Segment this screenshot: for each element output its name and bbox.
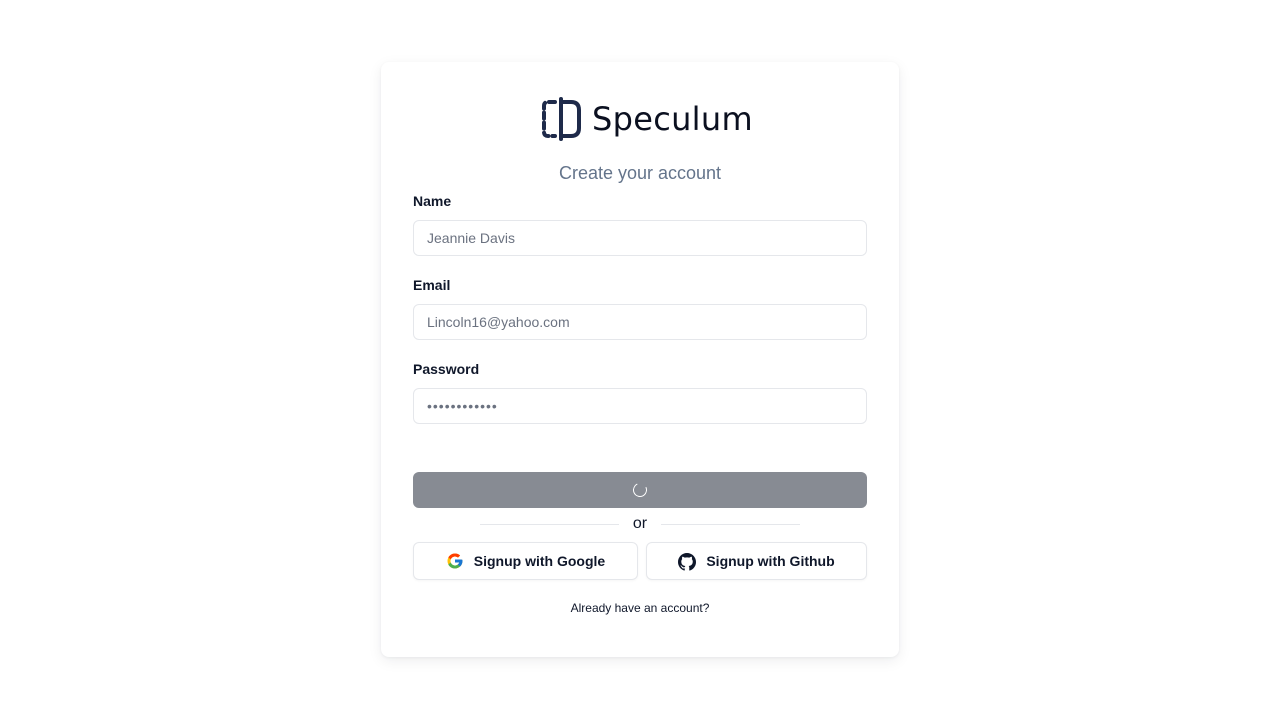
signup-submit-button[interactable] (413, 472, 867, 508)
signin-link[interactable]: Already have an account? (381, 601, 899, 615)
name-input[interactable] (413, 220, 867, 256)
brand-name: Speculum (592, 100, 753, 138)
password-input[interactable] (413, 388, 867, 424)
email-label: Email (413, 277, 451, 293)
github-icon (678, 552, 697, 571)
brand-logo: Speculum (541, 96, 753, 142)
google-button-label: Signup with Google (473, 553, 606, 569)
name-label: Name (413, 193, 452, 209)
signup-github-button[interactable]: Signup with Github (646, 542, 867, 580)
signup-card: Speculum Create your account Name Email … (381, 62, 899, 657)
password-label: Password (413, 361, 480, 377)
divider-line-right (661, 524, 800, 525)
loading-spinner-icon (631, 481, 649, 499)
or-divider: or (480, 515, 800, 533)
page-subtitle: Create your account (558, 163, 722, 183)
google-icon (446, 552, 464, 570)
email-input[interactable] (413, 304, 867, 340)
speculum-logo-icon (542, 97, 581, 141)
signup-google-button[interactable]: Signup with Google (413, 542, 638, 580)
github-button-label: Signup with Github (706, 553, 835, 569)
